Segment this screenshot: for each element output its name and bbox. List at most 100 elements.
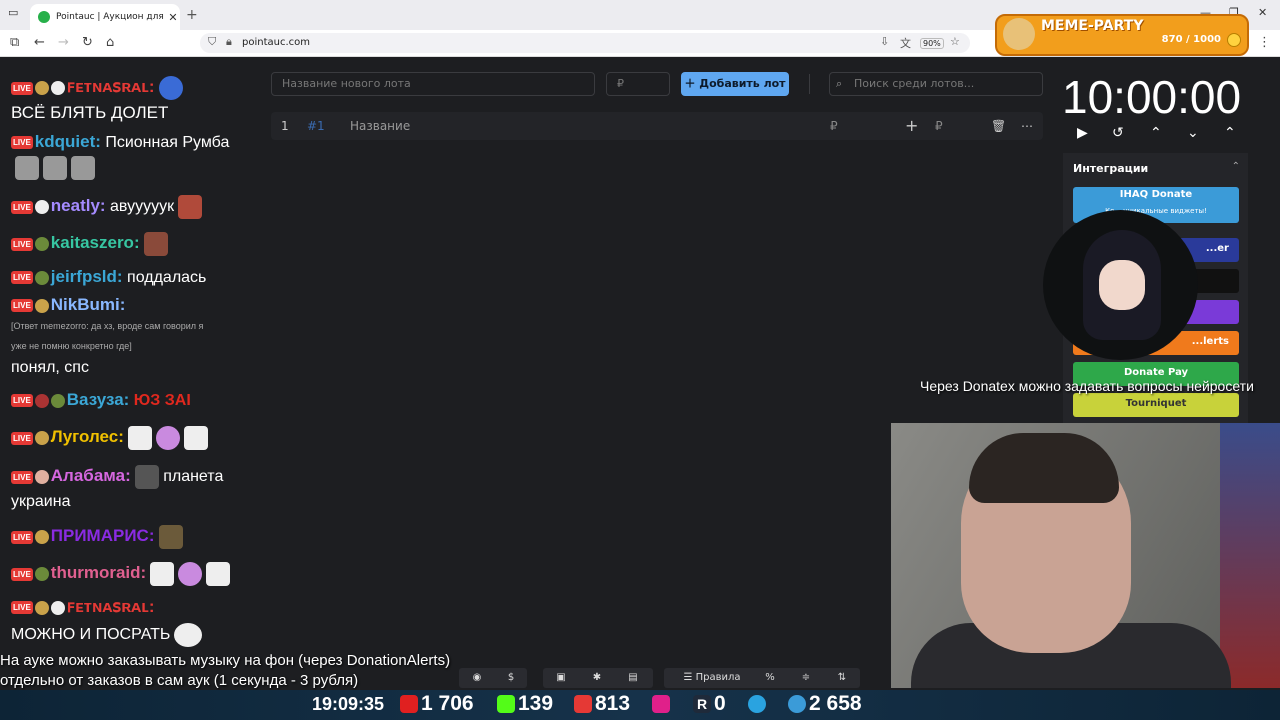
home-icon[interactable]: ⌂ — [106, 35, 114, 50]
actions-group: ▣ ✱ ▤ — [543, 668, 653, 688]
menu-icon[interactable]: ⋮ — [1258, 35, 1271, 50]
hand-emote-icon — [127, 426, 152, 450]
back-icon[interactable]: ← — [34, 35, 45, 50]
chat-emotes — [11, 156, 95, 180]
panda-icon — [34, 200, 49, 214]
vklive-icon — [574, 695, 592, 714]
telegram-stat — [748, 692, 769, 716]
live-badge: LIVE — [11, 601, 33, 615]
lot-search-input[interactable]: ⌕ Поиск среди лотов... — [829, 72, 1043, 96]
shield-icon: ⛉ — [208, 35, 217, 48]
amount-currency[interactable]: ₽ — [935, 119, 943, 133]
lot-index: 1 — [281, 119, 289, 133]
tank-icon — [34, 567, 49, 581]
telegram-icon — [748, 695, 766, 714]
chat-message-text: украина — [11, 493, 71, 510]
search-icon: ⌕ — [836, 77, 843, 90]
live-badge: LIVE — [11, 81, 33, 95]
avatar-face — [1099, 260, 1145, 310]
chat-text: поддалась — [127, 269, 207, 286]
chat-nick: NikBumi: — [50, 295, 126, 314]
tab-overview-icon[interactable]: ▭ — [8, 6, 18, 19]
add-lot-label: Добавить лот — [699, 77, 786, 90]
chevron-down-icon[interactable]: ⌄ — [1187, 125, 1199, 141]
badge-icon — [34, 298, 49, 313]
integrations-title: Интеграции — [1073, 162, 1149, 175]
chat-nick: kaitaszero: — [50, 233, 140, 253]
address-bar[interactable]: ⛉ 🔒︎ pointauc.com ⇩ 文 90% ☆ — [200, 33, 970, 53]
reload-icon[interactable]: ↻ — [82, 35, 93, 50]
close-window-icon[interactable]: ✕ — [1258, 6, 1267, 19]
hand-emote-icon — [183, 426, 208, 450]
lot-price-input[interactable]: ₽ — [606, 72, 670, 96]
face-emote-icon — [143, 232, 168, 256]
lot-name-input[interactable]: Название нового лота — [271, 72, 595, 96]
chat-nick: jeirfpsld: — [50, 267, 123, 286]
meme-party-counter: 870 / 1000 — [1161, 34, 1221, 45]
split-icon[interactable]: ≑ — [796, 668, 816, 688]
meme-party-title: MEME-PARTY — [1041, 18, 1144, 34]
dollar-icon[interactable]: $ — [501, 668, 521, 688]
panda-icon — [50, 600, 65, 615]
youtube-icon — [400, 695, 418, 714]
tourniquet-button[interactable]: Tourniquet — [1073, 393, 1239, 417]
star-icon[interactable]: ☆ — [950, 35, 960, 48]
earth-emote-icon — [158, 76, 183, 100]
chat-message: LIVE ꜰᴇᴛɴᴀꜱʀᴀʟ: — [11, 76, 183, 100]
browser-tab[interactable]: Pointauc | Аукцион для стримеров ✕ — [30, 4, 180, 30]
lot-name[interactable]: Название — [350, 119, 410, 133]
chat-text: Псионная Румба — [105, 134, 230, 151]
text-emote: ЮЗ ЗАI — [133, 392, 191, 409]
stream-status-bar — [0, 690, 1280, 720]
chevron-up-icon[interactable]: ⌃ — [1150, 125, 1162, 141]
rules-button[interactable]: ☰ Правила — [672, 668, 752, 688]
search-placeholder: Поиск среди лотов... — [854, 77, 975, 90]
tank-icon — [50, 393, 65, 408]
badge-icon — [34, 81, 49, 95]
live-badge: LIVE — [11, 136, 33, 150]
chat-message: LIVE ПРИМАРИС: — [11, 525, 183, 549]
translate-icon[interactable]: 文 — [900, 35, 911, 51]
coin-icon — [1227, 33, 1241, 47]
add-amount-icon[interactable]: + — [905, 116, 918, 135]
face-emote-icon — [134, 465, 159, 489]
forward-icon[interactable]: → — [58, 35, 69, 50]
chat-reply-line: уже не помню конкретно где] — [11, 341, 132, 351]
chat-message: LIVE Вазуза: ЮЗ ЗАI — [11, 390, 191, 410]
chevron-up-icon[interactable]: ⌃ — [1232, 161, 1240, 172]
save-icon[interactable]: ▣ — [551, 668, 571, 688]
github-icon[interactable]: ◉ — [467, 668, 487, 688]
tab-title: Pointauc | Аукцион для стримеров — [56, 12, 166, 22]
hand-emote-icon — [206, 562, 231, 586]
chat-message: LIVE Луголес: — [11, 426, 208, 450]
plus-icon: ＋ — [684, 77, 696, 90]
reset-icon[interactable]: ↺ — [1112, 125, 1124, 141]
add-lot-button[interactable]: ＋ Добавить лот — [681, 72, 789, 96]
zoom-level[interactable]: 90% — [920, 38, 944, 49]
more-icon[interactable]: ⋯ — [1021, 119, 1033, 133]
chat-nick: Алабама: — [50, 466, 131, 486]
doge-icon — [1003, 18, 1035, 50]
collapse-icon[interactable]: ⌃ — [1224, 125, 1236, 141]
settings-group: ☰ Правила % ≑ ⇅ — [664, 668, 860, 688]
chat-reply-line: [Ответ memezorro: да хз, вроде сам говор… — [11, 321, 204, 331]
clear-icon[interactable]: ▤ — [623, 668, 643, 688]
lot-row: 1 #1 Название ₽ + ₽ 🗑︎ ⋯ — [271, 112, 1043, 140]
collections-icon[interactable]: ⧉ — [10, 35, 19, 50]
sort-icon[interactable]: ⇅ — [832, 668, 852, 688]
live-badge: LIVE — [11, 470, 33, 484]
download-icon[interactable]: ⇩ — [880, 35, 889, 48]
live-badge: LIVE — [11, 530, 33, 544]
new-tab-button[interactable]: + — [186, 7, 198, 23]
bug-icon[interactable]: ✱ — [587, 668, 607, 688]
chat-nick: Вазуза: — [66, 390, 130, 409]
trash-icon[interactable]: 🗑︎ — [991, 119, 1006, 133]
close-tab-icon[interactable]: ✕ — [166, 11, 180, 24]
play-icon[interactable]: ▶ — [1077, 125, 1088, 141]
chat-nick: neatly: — [50, 196, 106, 216]
percent-icon[interactable]: % — [760, 668, 780, 688]
cd-emote-icon — [178, 562, 203, 586]
chat-nick: Луголес: — [50, 427, 124, 447]
rutube-stat — [652, 692, 673, 716]
chat-text: авууууук — [110, 198, 175, 216]
